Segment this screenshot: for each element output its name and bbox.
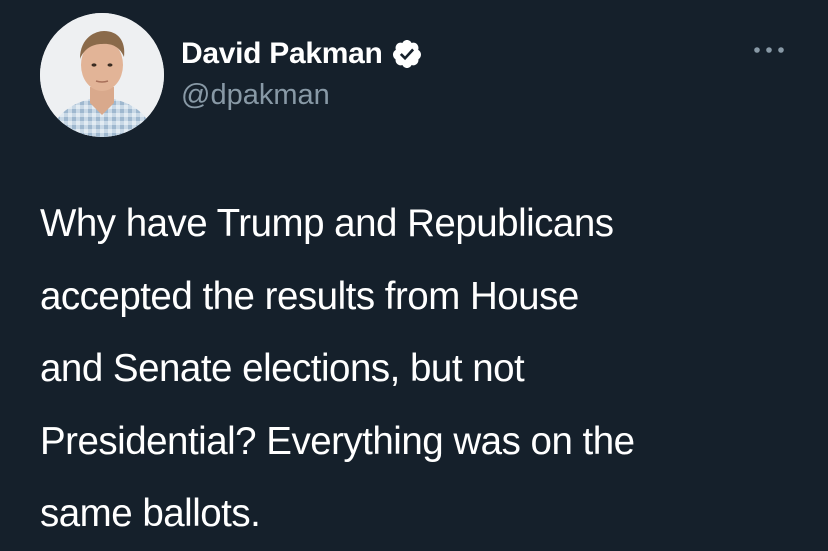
author-info: David Pakman @dpakman [181, 34, 423, 112]
tweet-text: Why have Trump and Republicans accepted … [40, 188, 810, 551]
name-row: David Pakman [181, 34, 423, 74]
more-options-icon [754, 47, 784, 53]
user-handle[interactable]: @dpakman [181, 79, 423, 112]
tweet-text-line: accepted the results from House [40, 274, 579, 318]
avatar-image [40, 13, 164, 137]
tweet-text-line: Why have Trump and Republicans [40, 202, 614, 245]
verified-badge-icon [391, 38, 423, 70]
tweet-text-line: and Senate elections, but not [40, 347, 525, 390]
avatar[interactable] [40, 13, 164, 137]
tweet-card: David Pakman @dpakman Why have Trump and… [0, 0, 828, 551]
tweet-text-line: Presidential? Everything was on the [40, 419, 635, 463]
tweet-text-line: same ballots. [40, 492, 261, 535]
display-name[interactable]: David Pakman [181, 37, 383, 71]
more-options-button[interactable] [749, 36, 789, 64]
